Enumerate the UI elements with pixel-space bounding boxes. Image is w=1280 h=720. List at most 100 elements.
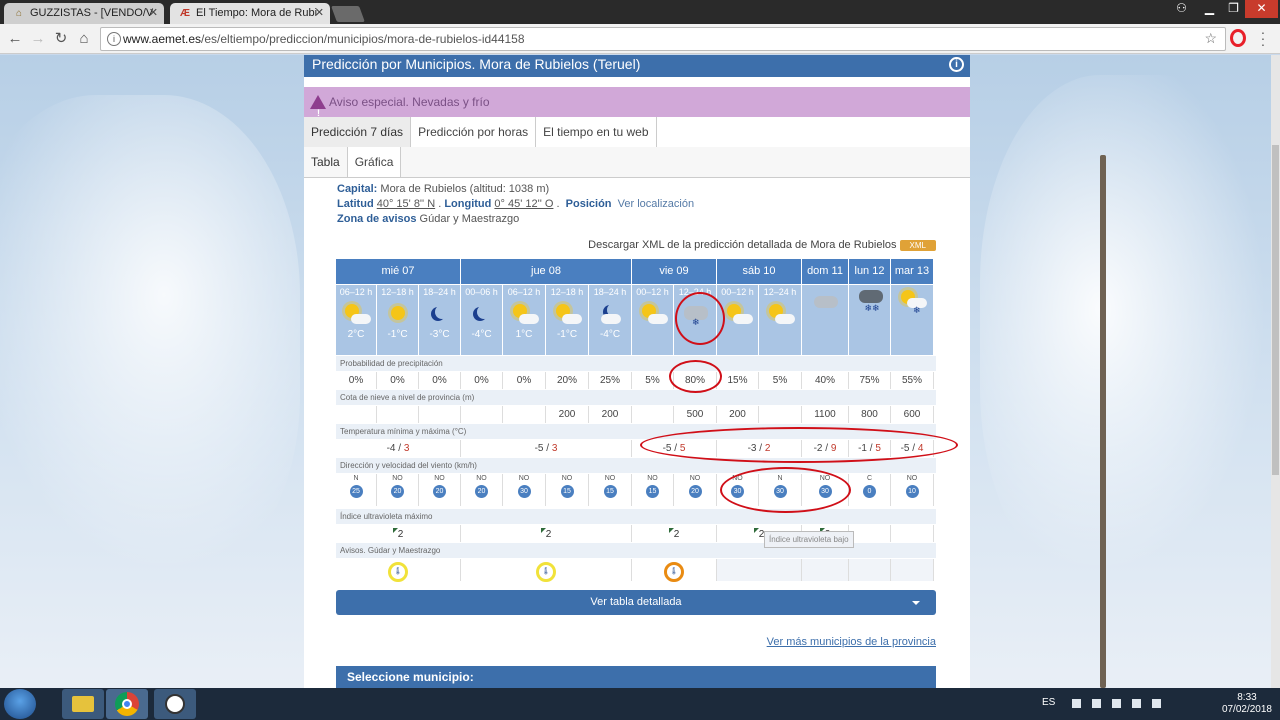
thermometer-warning-icon[interactable]: 🌡 [664,562,684,582]
slot-temperature: 1°C [515,329,533,340]
bookmark-star-icon[interactable]: ☆ [1204,30,1217,47]
precip-value: 0% [503,372,546,389]
flag-icon[interactable] [1092,699,1101,708]
forecast-panel: Predicción por Municipios. Mora de Rubie… [304,55,970,688]
site-info-icon[interactable]: i [107,32,121,46]
browser-tab-aemet[interactable]: Æ El Tiempo: Mora de Rubi ✕ [170,3,330,24]
battery-icon[interactable] [1132,699,1141,708]
moon-shape [435,305,449,319]
browser-tabstrip: ⌂ GUZZISTAS - [VENDO/V ✕ Æ El Tiempo: Mo… [0,0,1280,24]
tab-prediccion-por-horas[interactable]: Predicción por horas [411,117,537,147]
frost-tree-right [980,75,1280,595]
snow-row: 200 200 500 200 1100 800 600 [336,406,936,423]
wind-speed-badge: 15 [646,485,659,498]
capital-value: Mora de Rubielos (altitud: 1038 m) [380,183,550,195]
snow-level-value [503,406,546,423]
weather-sun-icon [383,300,413,328]
wind-direction: NO [647,475,658,482]
close-tab-icon[interactable]: ✕ [315,3,324,24]
special-alert-banner[interactable]: ! Aviso especial. Nevadas y frío [304,87,970,118]
precip-value: 25% [589,372,632,389]
day-header: vie 09 [632,259,717,284]
scrollbar-thumb[interactable] [1272,145,1279,475]
slot-temperature: -4°C [471,329,492,340]
wind-speed-badge: 25 [349,485,363,498]
location-info: Capital: Mora de Rubielos (altitud: 1038… [337,183,695,225]
speaker-icon[interactable] [1112,699,1121,708]
temp-min-max: -5 / 3 [461,440,632,457]
uv-cell [891,525,934,542]
thermometer-warning-icon[interactable]: 🌡 [536,562,556,582]
tab-tabla[interactable]: Tabla [304,147,348,177]
user-icon[interactable]: ⚇ [1168,0,1195,18]
browser-tab-title: El Tiempo: Mora de Rubi [196,7,318,19]
system-clock[interactable]: 8:33 07/02/2018 [1222,692,1272,716]
ver-mas-municipios-link[interactable]: Ver más municipios de la provincia [767,636,936,648]
restore-window-icon[interactable]: ❐ [1220,0,1247,18]
snow-level-value: 500 [674,406,717,423]
file-explorer-icon[interactable] [62,689,104,719]
sky-cell: ❄❄ [849,285,891,355]
sky-cell [802,285,849,355]
address-bar[interactable]: i www.aemet.es/es/eltiempo/prediccion/mu… [100,27,1226,51]
precip-value: 0% [336,372,377,389]
back-arrow-icon[interactable]: ← [5,29,25,49]
close-window-icon[interactable]: ✕ [1245,0,1278,18]
sky-cell: 06–12 h 2°C [336,285,377,355]
network-icon[interactable] [1152,699,1161,708]
snow-level-value: 600 [891,406,934,423]
precip-value: 75% [849,372,891,389]
tab-grafica[interactable]: Gráfica [347,147,402,177]
close-tab-icon[interactable]: ✕ [149,3,158,24]
reload-icon[interactable]: ↻ [51,29,71,49]
new-tab-button[interactable] [331,6,365,22]
wind-cell: NO 10 [891,474,934,506]
annotation-circle-precip [669,360,722,393]
uv-label: Índice ultravioleta máximo [336,509,936,524]
ver-localizacion-link[interactable]: Ver localización [618,198,694,210]
wind-cell: NO 20 [419,474,461,506]
info-icon[interactable]: i [949,57,964,72]
tab-el-tiempo-en-tu-web[interactable]: El tiempo en tu web [536,117,657,147]
temp-min: -4 [386,443,396,454]
wind-cell: NO 15 [632,474,674,506]
start-button-icon[interactable] [4,689,36,719]
page-scrollbar[interactable] [1271,55,1280,688]
wind-direction: NO [561,475,573,482]
weather-moon-icon [425,300,455,328]
sky-row: 06–12 h 2°C 12–18 h -1°C 18–24 h -3°C 00–06 h -… [336,285,936,355]
help-icon[interactable] [1072,699,1081,708]
page-title: Predicción por Municipios. Mora de Rubie… [312,56,641,72]
thermometer-warning-icon[interactable]: 🌡 [388,562,408,582]
aviso-cell[interactable]: 🌡 [461,559,632,582]
precip-value: 0% [419,372,461,389]
wind-speed-badge: 0 [863,485,876,498]
cloud-shape [562,314,582,324]
sky-cell: ❄ [891,285,934,355]
ver-tabla-detallada-button[interactable]: Ver tabla detallada [336,590,936,615]
uv-value: 2 [673,529,680,540]
browser-tab-guzzistas[interactable]: ⌂ GUZZISTAS - [VENDO/V ✕ [4,3,164,24]
aviso-cell[interactable]: 🌡 [632,559,717,582]
clock-app-icon[interactable] [154,689,196,719]
weather-sun-cloud-icon [509,300,539,328]
chrome-icon[interactable] [106,689,148,719]
snow-level-value: 200 [589,406,632,423]
minimize-window-icon[interactable]: ▁ [1196,0,1223,18]
language-indicator[interactable]: ES [1042,697,1055,708]
period-label: 06–12 h [507,287,541,297]
weather-moon-icon [467,300,497,328]
browser-menu-icon[interactable]: · · · [1258,25,1268,51]
opera-icon[interactable] [1230,29,1246,47]
aviso-cell[interactable]: 🌡 [336,559,461,582]
avisos-row: 🌡 🌡 🌡 [336,559,936,583]
home-icon[interactable]: ⌂ [74,29,94,49]
tab-prediccion-7-dias[interactable]: Predicción 7 días [304,117,412,147]
sky-cell: 12–24 h [759,285,802,355]
wind-direction: N [353,475,359,482]
xml-badge[interactable]: XML [899,239,936,251]
forecast-tabs: Predicción 7 días Predicción por horas El … [304,117,970,148]
xml-download[interactable]: Descargar XML de la predicción detallada… [588,239,936,251]
weather-sun-snow-icon: ❄ [897,286,927,315]
forward-arrow-icon[interactable]: → [28,29,48,49]
